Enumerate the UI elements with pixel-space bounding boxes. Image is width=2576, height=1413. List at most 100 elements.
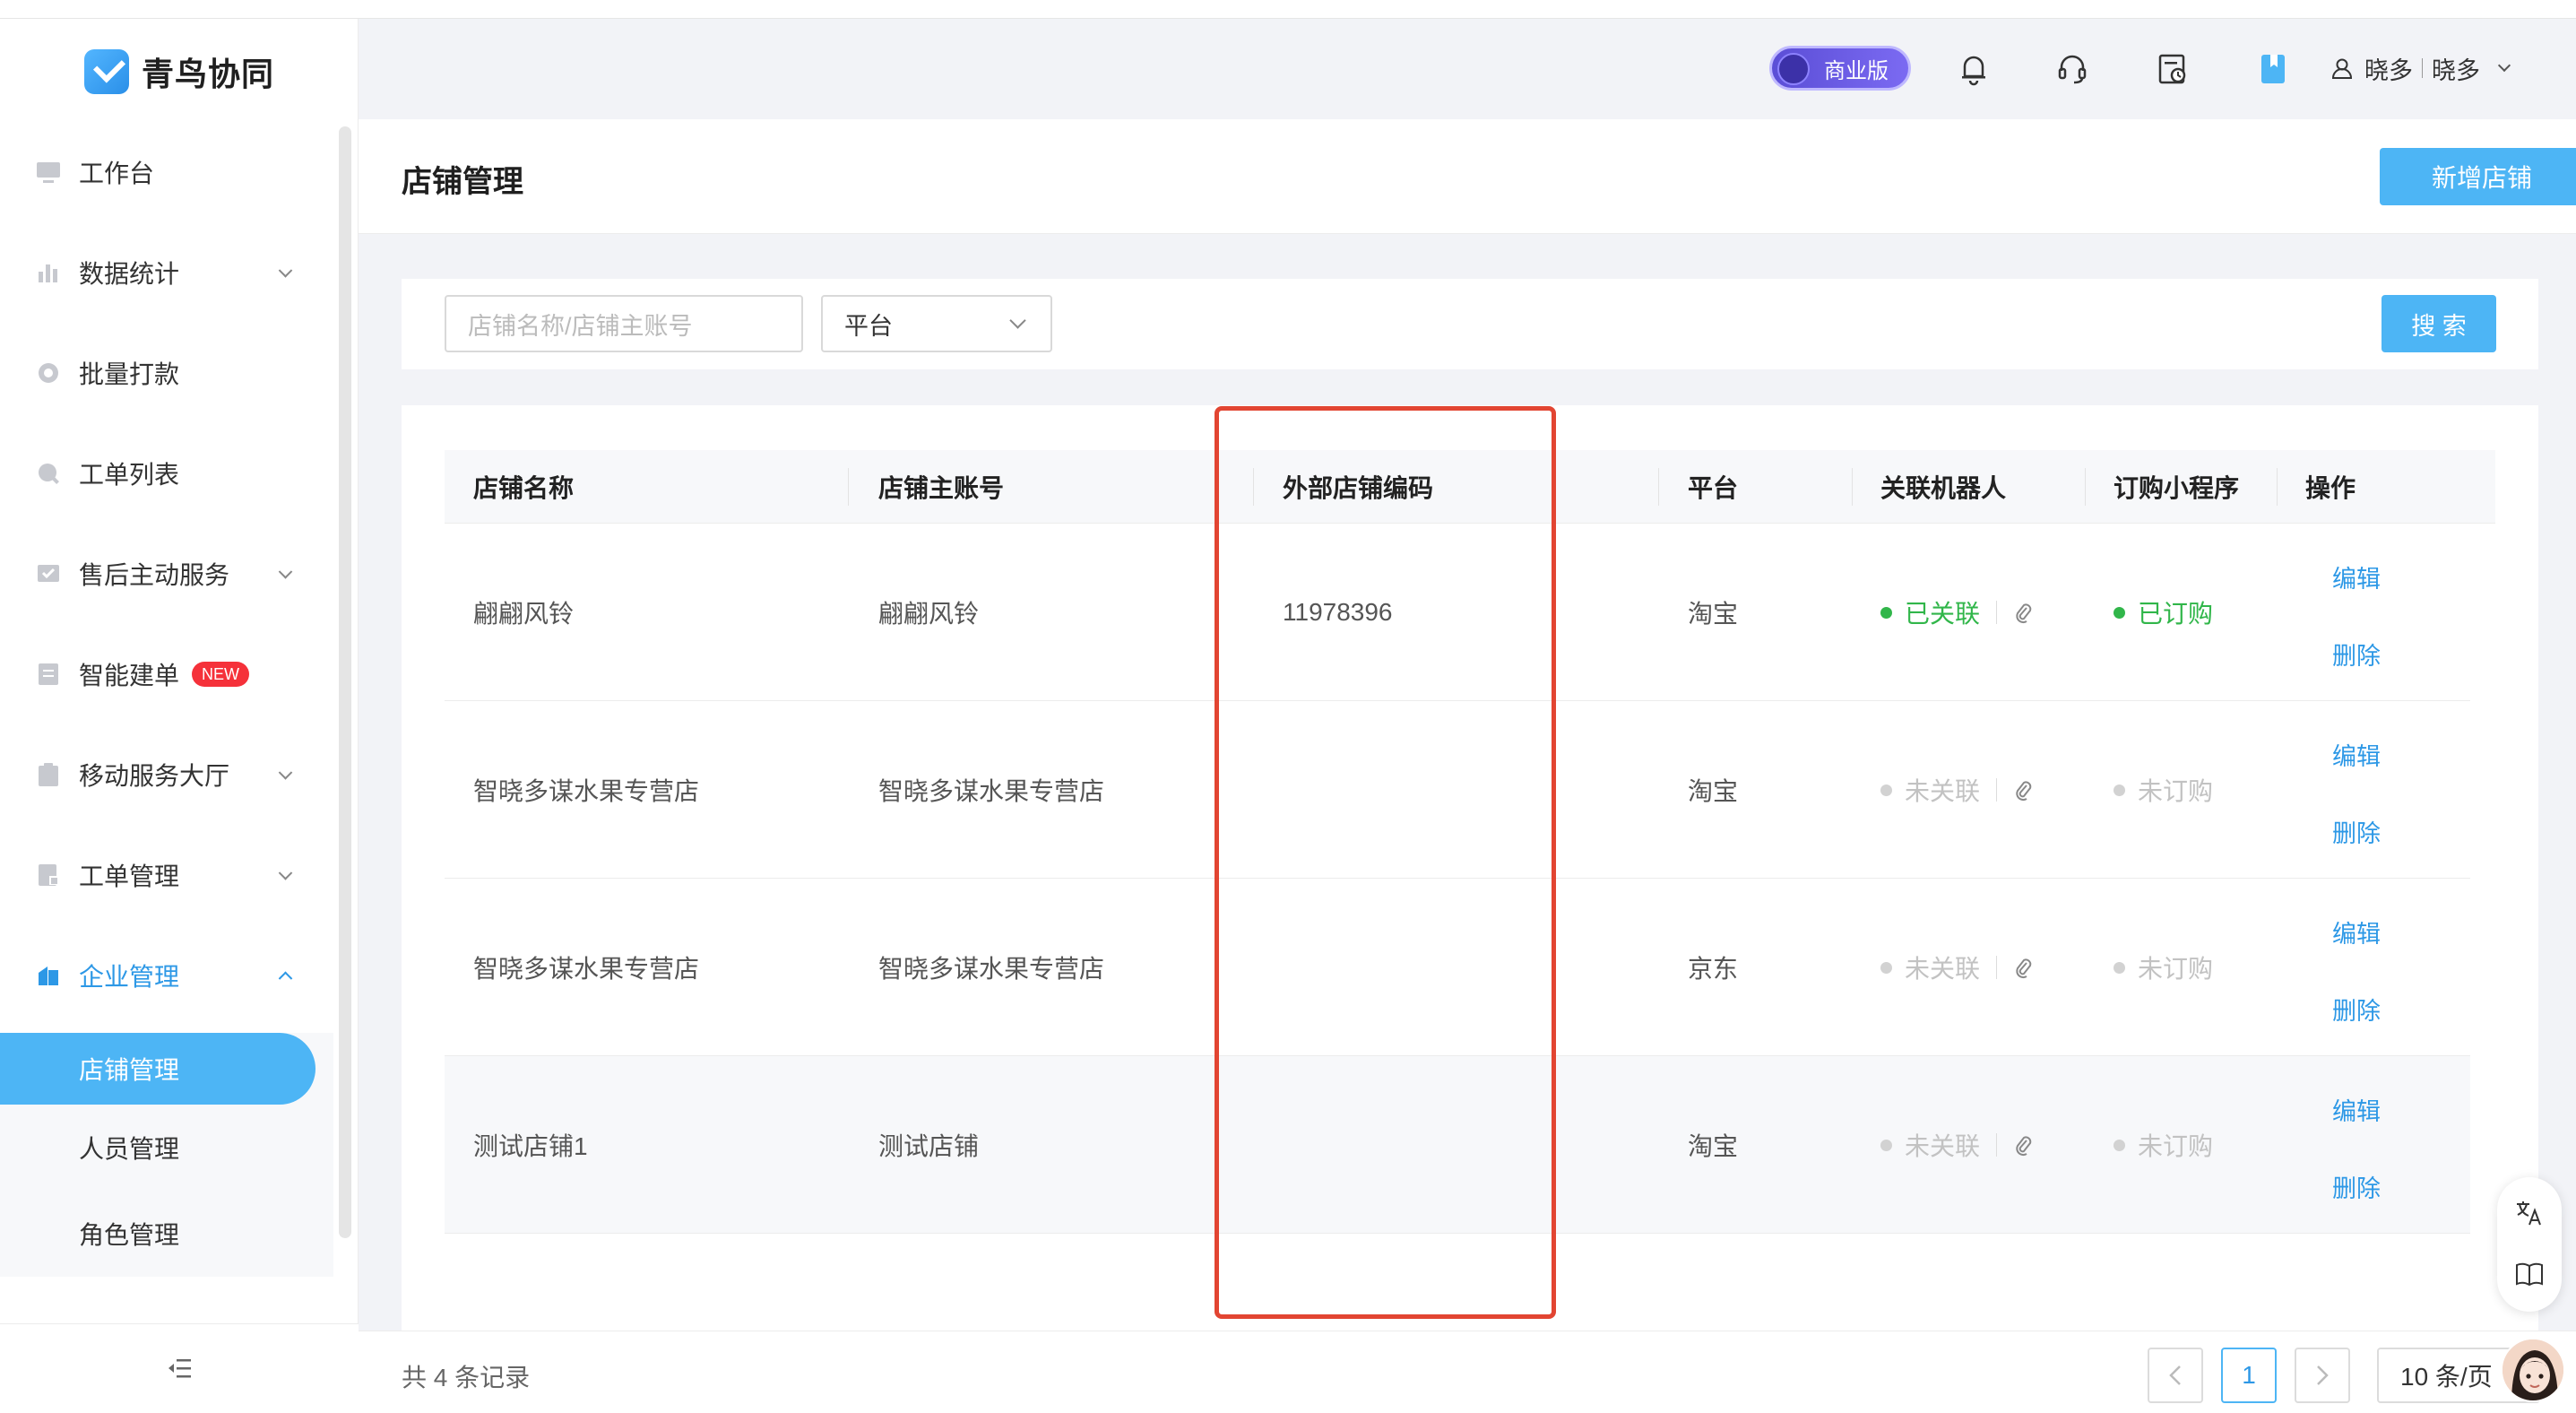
sidebar-item-label: 批量打款 <box>79 360 180 388</box>
sidebar-item-label: 移动服务大厅 <box>79 762 230 790</box>
link-icon[interactable] <box>2013 956 2033 979</box>
status-dot <box>1880 784 1892 796</box>
translate-icon[interactable] <box>2513 1197 2546 1229</box>
platform-cell: 京东 <box>1688 955 1739 983</box>
platform-cell: 淘宝 <box>1688 1132 1739 1160</box>
sidebar-item-staff-management[interactable]: 人员管理 <box>0 1105 333 1191</box>
sidebar-item-label: 人员管理 <box>79 1135 180 1163</box>
collapse-sidebar-icon[interactable] <box>167 1357 192 1380</box>
pagination-footer: 共 4 条记录 1 10 条/页 <box>359 1331 2576 1413</box>
edition-badge[interactable]: 商业版 <box>1769 46 1911 91</box>
chevron-down-icon <box>1009 312 1026 329</box>
schedule-icon[interactable] <box>2155 51 2191 87</box>
sidebar-item-store-management[interactable]: 店铺管理 <box>0 1033 316 1105</box>
sidebar-item-label: 企业管理 <box>79 963 180 991</box>
sidebar-item-aftersale-service[interactable]: 售后主动服务 <box>0 524 333 624</box>
mini-program-status: 未订购 <box>2114 949 2213 985</box>
status-dot <box>2114 961 2125 974</box>
sidebar-item-label: 工单管理 <box>79 863 180 890</box>
mini-program-status: 未订购 <box>2114 772 2213 808</box>
sidebar-item-enterprise[interactable]: 企业管理 <box>0 925 333 1026</box>
headset-icon[interactable] <box>2054 51 2090 87</box>
column-header-store-name: 店铺名称 <box>473 474 575 502</box>
column-divider <box>848 468 849 506</box>
column-header-store-account: 店铺主账号 <box>878 474 1005 502</box>
add-store-button[interactable]: 新增店铺 <box>2380 148 2576 205</box>
sidebar: 青鸟协同 工作台 数据统计 批量打款 工单列表 售后主动服务 智能建单 NEW … <box>0 19 359 1413</box>
delete-link[interactable]: 删除 <box>2332 992 2381 1027</box>
page-number-button[interactable]: 1 <box>2221 1348 2277 1403</box>
edit-link[interactable]: 编辑 <box>2332 915 2381 949</box>
search-button[interactable]: 搜 索 <box>2382 295 2496 352</box>
app-name: 青鸟协同 <box>142 56 275 92</box>
coin-icon <box>36 360 61 386</box>
assistant-avatar[interactable] <box>2501 1338 2565 1402</box>
logo-check-icon <box>84 49 129 94</box>
link-icon[interactable] <box>2013 1133 2033 1157</box>
status-dot <box>2114 1139 2125 1151</box>
delete-link[interactable]: 删除 <box>2332 814 2381 849</box>
edit-link[interactable]: 编辑 <box>2332 737 2381 772</box>
bell-icon[interactable] <box>1956 51 1992 87</box>
robot-status-label: 未关联 <box>1905 1132 1981 1160</box>
mini-program-status: 未订购 <box>2114 1127 2213 1163</box>
edit-link[interactable]: 编辑 <box>2332 559 2381 594</box>
sidebar-item-smart-ticket[interactable]: 智能建单 NEW <box>0 624 333 724</box>
sidebar-item-mobile-hall[interactable]: 移动服务大厅 <box>0 724 333 825</box>
sidebar-item-workbench[interactable]: 工作台 <box>0 122 333 222</box>
sidebar-item-label: 数据统计 <box>79 260 180 288</box>
app-logo[interactable]: 青鸟协同 <box>84 47 274 97</box>
search-input[interactable]: 店铺名称/店铺主账号 <box>445 295 803 352</box>
column-header-platform: 平台 <box>1688 474 1739 502</box>
sidebar-item-statistics[interactable]: 数据统计 <box>0 222 333 323</box>
robot-status: 未关联 <box>1880 949 1980 985</box>
highlight-box <box>1215 406 1556 1319</box>
link-icon[interactable] <box>2013 601 2033 624</box>
mini-program-cell: 已订购 <box>2114 524 2213 701</box>
sidebar-scrollbar[interactable] <box>339 126 351 1238</box>
status-dot <box>2114 606 2125 619</box>
column-divider <box>2277 468 2278 506</box>
store-name-cell: 智晓多谋水果专营店 <box>473 777 700 805</box>
total-records: 共 4 条记录 <box>402 1364 531 1391</box>
robot-status-label: 已关联 <box>1905 600 1981 628</box>
robot-cell: 未关联 <box>1880 1056 2033 1234</box>
chevron-up-icon <box>278 971 293 986</box>
robot-status: 未关联 <box>1880 772 1980 808</box>
edition-label: 商业版 <box>1824 58 1889 83</box>
delete-link[interactable]: 删除 <box>2332 1169 2381 1204</box>
book-icon[interactable] <box>2513 1258 2546 1290</box>
user-divider <box>2422 58 2423 78</box>
bar-chart-icon <box>36 260 61 285</box>
prev-page-button[interactable] <box>2148 1348 2203 1403</box>
mini-program-cell: 未订购 <box>2114 1056 2213 1234</box>
next-page-button[interactable] <box>2295 1348 2350 1403</box>
status-dot <box>2114 784 2125 796</box>
robot-status: 已关联 <box>1880 594 1980 630</box>
sidebar-item-label: 工作台 <box>79 160 155 187</box>
status-dot <box>1880 606 1892 619</box>
edit-link[interactable]: 编辑 <box>2332 1092 2381 1127</box>
page-titlebar: 店铺管理 新增店铺 <box>359 119 2576 234</box>
chevron-down-icon <box>278 264 293 278</box>
sidebar-item-batch-payment[interactable]: 批量打款 <box>0 323 333 423</box>
new-badge: NEW <box>192 662 250 687</box>
sidebar-item-label: 售后主动服务 <box>79 561 230 589</box>
search-icon <box>36 461 61 486</box>
mini-program-status-label: 未订购 <box>2138 777 2214 805</box>
bookmark-icon[interactable] <box>2255 51 2291 87</box>
robot-status-label: 未关联 <box>1905 777 1981 805</box>
column-divider <box>2085 468 2086 506</box>
sidebar-item-ticket-list[interactable]: 工单列表 <box>0 423 333 524</box>
sidebar-footer <box>0 1323 359 1413</box>
user-menu[interactable]: 晓多 晓多 <box>2330 50 2511 86</box>
platform-select[interactable]: 平台 <box>821 295 1052 352</box>
sidebar-item-role-management[interactable]: 角色管理 <box>0 1191 333 1277</box>
sidebar-item-ticket-management[interactable]: 工单管理 <box>0 825 333 925</box>
filter-bar: 店铺名称/店铺主账号 平台 搜 索 <box>402 279 2538 369</box>
delete-link[interactable]: 删除 <box>2332 637 2381 672</box>
link-icon[interactable] <box>2013 778 2033 802</box>
building-icon <box>36 963 61 988</box>
store-name-cell: 翩翩风铃 <box>473 600 575 628</box>
platform-select-value: 平台 <box>844 312 893 340</box>
